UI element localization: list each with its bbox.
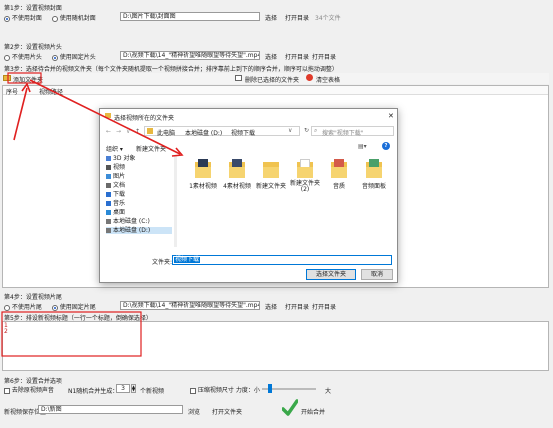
add-folder-highlight	[7, 72, 42, 84]
annotation-arrow-up	[13, 82, 31, 141]
titles-editor-highlight	[1, 311, 142, 357]
annotation-overlay	[1, 72, 184, 357]
annotation-arrow-down	[29, 79, 184, 157]
